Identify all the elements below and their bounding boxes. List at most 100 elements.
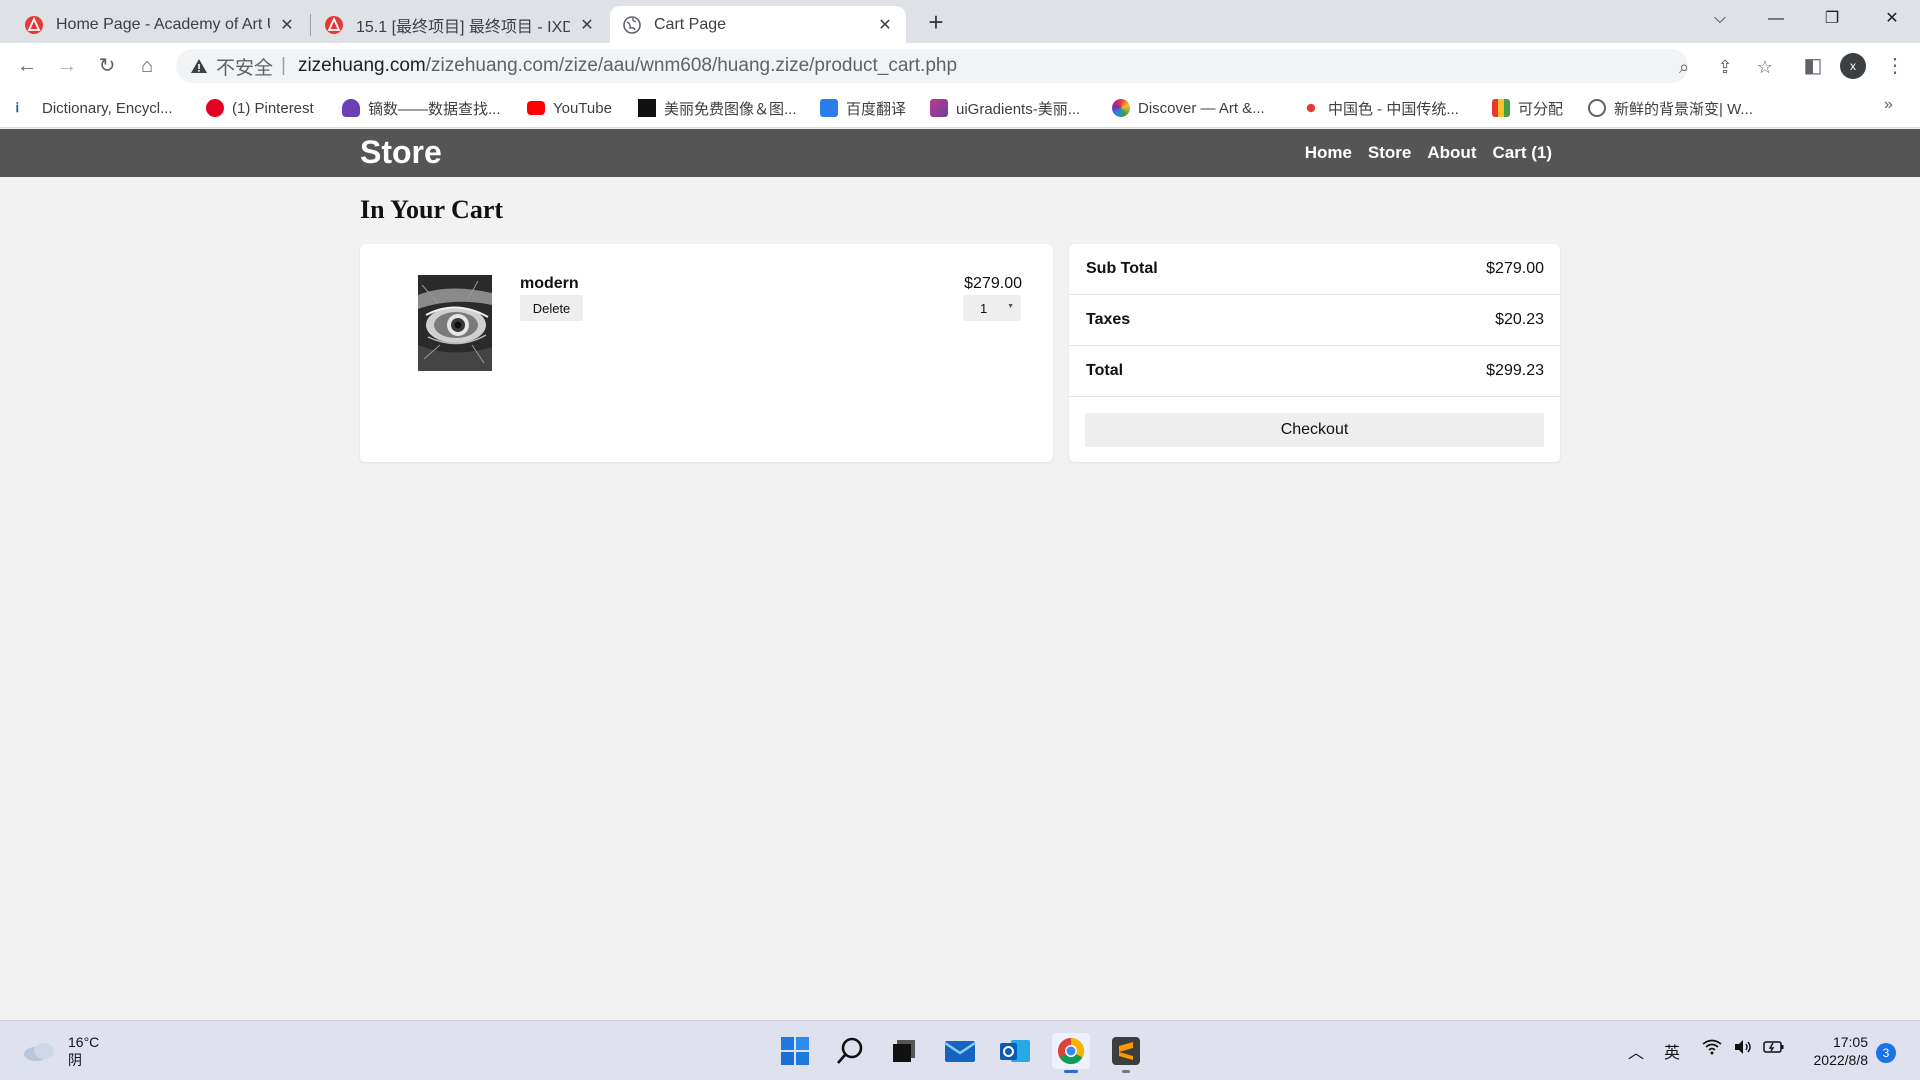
globe-icon — [1588, 99, 1606, 117]
academy-of-art-icon — [325, 15, 343, 34]
site-brand[interactable]: Store — [360, 134, 442, 171]
taskbar-sublime[interactable] — [1107, 1033, 1145, 1073]
tab-final-project[interactable]: 15.1 [最终项目] 最终项目 - IXD_ ✕ — [312, 6, 608, 43]
close-icon[interactable]: ✕ — [278, 15, 296, 35]
bookmark-item[interactable]: Ꭵ Dictionary, Encycl... — [16, 97, 173, 119]
show-hidden-icons-chevron-icon[interactable]: ︿ — [1628, 1039, 1644, 1063]
quantity-value: 1 — [980, 301, 988, 316]
taskbar-mail[interactable] — [941, 1033, 979, 1069]
summary-row-subtotal: Sub Total $279.00 — [1069, 244, 1560, 295]
uigradients-icon — [930, 99, 948, 117]
bookmark-item[interactable]: (1) Pinterest — [206, 97, 314, 119]
side-panel-icon[interactable]: ◧ — [1798, 51, 1828, 81]
site-header: Store Home Store About Cart (1) — [0, 129, 1920, 177]
clock-date: 2022/8/8 — [1813, 1052, 1869, 1068]
home-icon[interactable]: ⌂ — [132, 51, 162, 81]
bookmark-item[interactable]: YouTube — [527, 97, 612, 119]
running-app-indicator — [1122, 1070, 1130, 1073]
zhongguose-icon — [1302, 99, 1320, 117]
bookmark-item[interactable]: 镝数——数据查找... — [342, 97, 501, 119]
cart-item-price: $279.00 — [964, 275, 1022, 292]
close-icon[interactable]: ✕ — [578, 15, 596, 35]
tab-separator — [310, 14, 311, 36]
clock-time: 17:05 — [1832, 1034, 1868, 1050]
bookmark-item[interactable]: 百度翻译 — [820, 97, 906, 119]
browser-tab-bar: Home Page - Academy of Art U ✕ 15.1 [最终项… — [0, 0, 1920, 43]
nav-home[interactable]: Home — [1305, 143, 1352, 163]
notification-badge[interactable]: 3 — [1876, 1043, 1896, 1063]
bookmark-item[interactable]: 中国色 - 中国传统... — [1302, 97, 1459, 119]
bookmark-item[interactable]: 可分配 — [1492, 97, 1563, 119]
tab-cart-page[interactable]: Cart Page ✕ — [610, 6, 906, 43]
bookmark-label: Discover — Art &... — [1138, 99, 1265, 117]
nav-about[interactable]: About — [1427, 143, 1476, 163]
task-view-button[interactable] — [885, 1033, 923, 1069]
bookmark-label: 新鲜的背景渐变| W... — [1614, 100, 1753, 118]
chrome-icon — [1057, 1037, 1085, 1065]
site-nav: Home Store About Cart (1) — [1305, 143, 1552, 163]
tab-home-page[interactable]: Home Page - Academy of Art U ✕ — [12, 6, 308, 43]
ime-indicator[interactable]: 英 — [1664, 1039, 1680, 1063]
close-icon[interactable]: ✕ — [876, 15, 894, 35]
unsplash-icon — [638, 99, 656, 117]
nav-store[interactable]: Store — [1368, 143, 1411, 163]
bookmark-label: YouTube — [553, 99, 612, 117]
share-icon[interactable]: ⇪ — [1712, 57, 1738, 77]
weather-condition: 阴 — [68, 1052, 82, 1068]
new-tab-button[interactable]: + — [922, 8, 950, 36]
academy-of-art-icon — [25, 15, 43, 34]
page-title: In Your Cart — [360, 195, 504, 224]
summary-row-taxes: Taxes $20.23 — [1069, 295, 1560, 346]
tab-search-icon[interactable]: ⌵ — [1692, 0, 1748, 38]
profile-avatar[interactable]: x — [1840, 53, 1866, 79]
bookmark-label: 中国色 - 中国传统... — [1328, 100, 1459, 118]
quantity-select[interactable]: 1 ▼ — [963, 295, 1021, 321]
volume-icon[interactable] — [1733, 1039, 1753, 1060]
checkout-button[interactable]: Checkout — [1085, 413, 1544, 447]
system-clock[interactable]: 17:05 2022/8/8 — [1798, 1033, 1869, 1069]
bookmarks-bar: Ꭵ Dictionary, Encycl... (1) Pinterest 镝数… — [0, 88, 1920, 128]
nav-cart[interactable]: Cart (1) — [1492, 143, 1552, 163]
bookmark-star-icon[interactable]: ☆ — [1752, 57, 1778, 77]
delete-button[interactable]: Delete — [520, 295, 583, 321]
forward-icon[interactable]: → — [52, 51, 82, 81]
zoom-icon[interactable]: ⌕ — [1671, 57, 1697, 77]
taskbar-search[interactable] — [831, 1033, 869, 1069]
outlook-icon — [1000, 1040, 1030, 1062]
window-close-icon[interactable]: ✕ — [1864, 0, 1920, 38]
sublime-text-icon — [1112, 1037, 1140, 1065]
globe-icon — [623, 15, 641, 34]
reload-icon[interactable]: ↻ — [92, 51, 122, 81]
wifi-icon[interactable] — [1702, 1039, 1722, 1060]
bookmark-item[interactable]: 新鲜的背景渐变| W... — [1588, 97, 1753, 119]
search-icon — [837, 1037, 863, 1064]
bookmark-item[interactable]: 美丽免费图像＆图... — [638, 97, 797, 119]
bookmark-item[interactable]: Discover — Art &... — [1112, 97, 1265, 119]
taskbar-outlook[interactable] — [996, 1033, 1034, 1069]
eye-artwork-image — [418, 275, 492, 371]
youtube-icon — [527, 101, 545, 115]
start-button[interactable] — [776, 1033, 814, 1069]
bookmark-label: 美丽免费图像＆图... — [664, 100, 797, 118]
address-bar[interactable]: 不安全 | zizehuang.com/zizehuang.com/zize/a… — [176, 49, 1773, 83]
more-bookmarks-icon[interactable]: » — [1884, 96, 1893, 114]
summary-value: $20.23 — [1495, 311, 1544, 328]
kefenpei-icon — [1492, 99, 1510, 117]
bookmark-item[interactable]: uiGradients-美丽... — [930, 97, 1080, 119]
product-thumbnail[interactable] — [418, 275, 492, 371]
weather-widget[interactable]: 16°C 阴 — [22, 1033, 99, 1069]
windows-taskbar: 16°C 阴 ︿ 英 17:05 2022/8/8 3 — [0, 1020, 1920, 1080]
back-icon[interactable]: ← — [12, 51, 42, 81]
taskbar-chrome[interactable] — [1052, 1033, 1090, 1073]
browser-menu-icon[interactable]: ⋮ — [1880, 51, 1910, 81]
battery-icon[interactable] — [1763, 1039, 1785, 1060]
discover-icon — [1112, 99, 1130, 117]
cart-item-name[interactable]: modern — [520, 275, 579, 293]
mail-icon — [944, 1041, 976, 1062]
chevron-down-icon: ▼ — [1007, 303, 1014, 310]
minimize-icon[interactable]: — — [1748, 0, 1804, 38]
tab-title: 15.1 [最终项目] 最终项目 - IXD_ — [356, 18, 570, 36]
summary-label: Taxes — [1086, 311, 1131, 328]
bookmark-label: (1) Pinterest — [232, 99, 314, 117]
restore-icon[interactable]: ❐ — [1804, 0, 1860, 38]
